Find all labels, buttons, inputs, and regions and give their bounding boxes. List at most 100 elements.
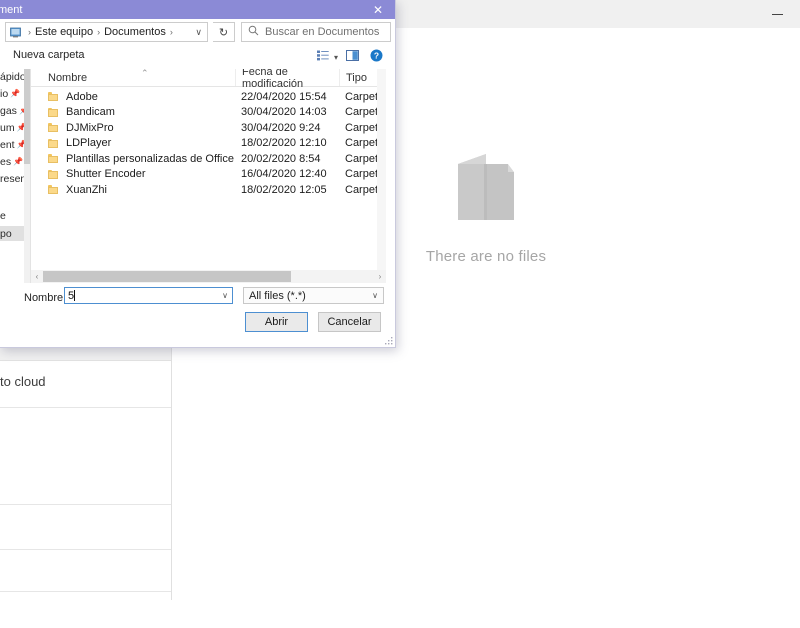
column-header-label: Tipo <box>346 71 367 84</box>
dialog-command-bar: Nueva carpeta ▾ ? <box>0 45 395 69</box>
scrollbar-thumb[interactable] <box>43 271 292 282</box>
new-folder-button[interactable]: Nueva carpeta <box>13 49 85 61</box>
file-date-cell: 18/02/2020 12:10 <box>241 137 327 150</box>
scrollbar-track[interactable] <box>43 270 374 283</box>
chevron-down-icon[interactable]: ∨ <box>222 291 228 300</box>
navigation-sidebar: ápido io📌 gas📌 um📌 ent📌 es📌 resent e po <box>0 69 30 283</box>
file-list-vertical-scrollbar[interactable] <box>377 69 386 283</box>
file-name-cell: Shutter Encoder <box>48 168 146 180</box>
sidebar-item-1[interactable]: io 📌 <box>0 86 24 101</box>
scroll-right-icon[interactable]: › <box>374 270 386 283</box>
table-row[interactable]: XuanZhi 18/02/2020 12:05 Carpeta de a <box>31 182 386 198</box>
breadcrumb-item-1[interactable]: Documentos <box>104 26 166 38</box>
view-options-button[interactable]: ▾ <box>316 50 338 64</box>
folder-icon <box>48 92 59 102</box>
sidebar-item-label: ent <box>0 138 15 151</box>
sidebar-item-0[interactable]: ápido <box>0 69 24 84</box>
table-row[interactable]: LDPlayer 18/02/2020 12:10 Carpeta de a <box>31 136 386 152</box>
open-button[interactable]: Abrir <box>245 312 308 332</box>
table-row[interactable]: Adobe 22/04/2020 15:54 Carpeta de a <box>31 89 386 105</box>
background-list-item-label: to cloud <box>0 374 46 389</box>
sidebar-item-label: um <box>0 121 15 134</box>
resize-grip[interactable] <box>383 335 394 346</box>
text-cursor <box>74 290 76 301</box>
file-name-cell: XuanZhi <box>48 184 107 196</box>
sidebar-item-label: io <box>0 87 9 100</box>
filetype-select[interactable]: All files (*.*) ∨ <box>243 287 384 304</box>
table-row[interactable]: DJMixPro 30/04/2020 9:24 Carpeta de a <box>31 120 386 136</box>
breadcrumb-separator-0: › <box>28 27 31 37</box>
chevron-down-icon[interactable]: ∨ <box>372 291 378 300</box>
file-name-cell: LDPlayer <box>48 137 111 149</box>
breadcrumb-separator-1: › <box>97 27 101 37</box>
column-header-fecha[interactable]: Fecha de modificación <box>235 69 337 90</box>
minimize-icon <box>771 13 783 15</box>
folder-icon <box>48 107 59 117</box>
pin-icon: 📌 <box>16 140 24 149</box>
sidebar-item-label: resent <box>0 172 24 185</box>
file-name-cell: Plantillas personalizadas de Office <box>48 153 234 165</box>
close-icon[interactable]: ✕ <box>361 0 395 19</box>
sidebar-item-2[interactable]: gas 📌 <box>0 103 24 118</box>
search-input[interactable]: Buscar en Documentos <box>241 22 391 42</box>
file-name-cell: Adobe <box>48 91 98 103</box>
table-row[interactable]: Bandicam 30/04/2020 14:03 Carpeta de a <box>31 105 386 121</box>
filetype-value: All files (*.*) <box>249 289 306 302</box>
sidebar-item-label: ápido <box>0 70 24 83</box>
dialog-titlebar[interactable]: ment ✕ <box>0 0 395 19</box>
documents-icon <box>450 148 522 226</box>
chevron-down-icon[interactable]: ▾ <box>334 53 338 62</box>
preview-pane-button[interactable] <box>346 50 359 64</box>
file-name-cell: DJMixPro <box>48 122 114 134</box>
sort-ascending-icon: ⌃ <box>141 69 149 78</box>
file-name-cell: Bandicam <box>48 106 115 118</box>
empty-state-message: There are no files <box>425 248 547 265</box>
sidebar-item-8[interactable]: po <box>0 226 26 241</box>
sidebar-item-4[interactable]: ent 📌 <box>0 137 24 152</box>
column-header-nombre[interactable]: Nombre ⌃ <box>31 69 231 86</box>
breadcrumb-item-0[interactable]: Este equipo <box>35 26 93 38</box>
view-options-icon <box>316 50 329 64</box>
address-bar[interactable]: › Este equipo › Documentos › ∨ <box>5 22 208 42</box>
folder-icon <box>48 169 59 179</box>
table-row[interactable]: Plantillas personalizadas de Office 20/0… <box>31 151 386 167</box>
pin-icon: 📌 <box>10 89 21 98</box>
svg-text:?: ? <box>374 51 379 61</box>
background-list-item[interactable] <box>0 550 171 592</box>
file-open-dialog: ment ✕ › Este equipo › Documentos › ∨ ↻ <box>0 0 396 348</box>
file-list-horizontal-scrollbar[interactable]: ‹ › <box>31 270 386 283</box>
sidebar-item-5[interactable]: es 📌 <box>0 154 24 169</box>
dialog-title: ment <box>0 4 23 16</box>
sidebar-item-6[interactable]: resent <box>0 171 24 186</box>
sidebar-item-label: gas <box>0 104 17 117</box>
dialog-body: ápido io📌 gas📌 um📌 ent📌 es📌 resent e po … <box>0 69 395 283</box>
sidebar-item-label: es <box>0 155 12 168</box>
background-list-item[interactable] <box>0 592 171 628</box>
sidebar-item-3[interactable]: um 📌 <box>0 120 24 135</box>
folder-icon <box>48 154 59 164</box>
computer-icon <box>9 26 22 39</box>
folder-icon <box>48 185 59 195</box>
breadcrumb-separator-2: › <box>169 27 173 37</box>
pin-icon: 📌 <box>13 157 24 166</box>
folder-icon <box>48 138 59 148</box>
refresh-icon[interactable]: ↻ <box>213 22 235 42</box>
filename-label: Nombre: <box>24 292 67 304</box>
search-icon <box>248 25 259 39</box>
help-button[interactable]: ? <box>370 49 383 65</box>
file-date-cell: 20/02/2020 8:54 <box>241 152 321 165</box>
column-header-label: Fecha de modificación <box>242 69 304 90</box>
chevron-down-icon[interactable]: ∨ <box>195 27 202 38</box>
background-list-item[interactable] <box>0 408 171 505</box>
scroll-left-icon[interactable]: ‹ <box>31 270 43 283</box>
pin-icon: 📌 <box>16 123 24 132</box>
sidebar-item-7[interactable]: e <box>0 208 24 223</box>
background-list-item[interactable] <box>0 505 171 550</box>
sidebar-item-label: po <box>0 227 12 240</box>
dialog-footer: Nombre: 5 ∨ All files (*.*) ∨ Abrir Canc… <box>0 283 395 347</box>
background-list-item-cloud[interactable]: to cloud <box>0 360 171 408</box>
minimize-button[interactable] <box>754 0 800 28</box>
filename-input[interactable]: 5 ∨ <box>64 287 233 304</box>
table-row[interactable]: Shutter Encoder 16/04/2020 12:40 Carpeta… <box>31 167 386 183</box>
cancel-button[interactable]: Cancelar <box>318 312 381 332</box>
